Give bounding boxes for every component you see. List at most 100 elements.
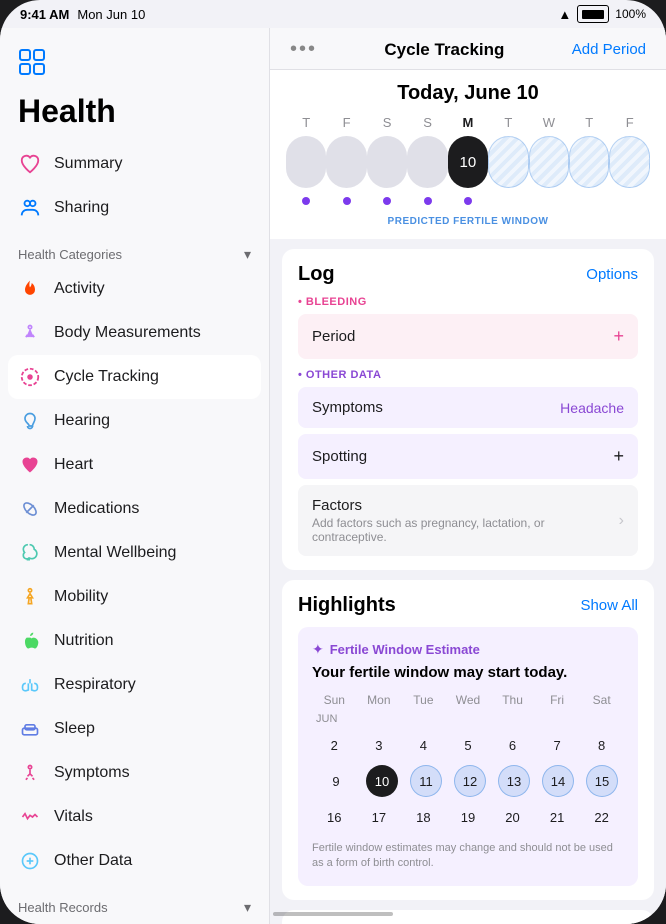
other-data-label: Other Data [54,852,132,870]
fertile-disclaimer: Fertile window estimates may change and … [312,841,624,872]
mini-cal-week-3: 16 17 18 19 20 21 22 [312,801,624,833]
day-circle-t3[interactable] [569,136,609,188]
day-circle-f2[interactable] [609,136,649,188]
sidebar-item-respiratory[interactable]: Respiratory [0,663,269,707]
categories-chevron-icon[interactable]: ▾ [244,246,251,263]
sidebar-item-nutrition[interactable]: Nutrition [0,619,269,663]
highlights-title: Highlights [298,594,396,617]
factors-row[interactable]: Factors Add factors such as pregnancy, l… [298,485,638,556]
other-data-log-label: • OTHER DATA [298,369,638,381]
day-circle-s2[interactable] [407,136,447,188]
symptoms-row[interactable]: Symptoms Headache [298,387,638,428]
date-header: Today, June 10 [270,70,666,111]
symptoms-icon [18,761,42,785]
cal-cell-3: 3 [361,729,397,761]
cal-cell-4: 4 [405,729,441,761]
period-row[interactable]: Period + [298,314,638,359]
sidebar-item-cycle-tracking[interactable]: Cycle Tracking [8,355,261,399]
sidebar-item-heart[interactable]: Heart [0,443,269,487]
sidebar-item-body-measurements[interactable]: Body Measurements [0,311,269,355]
day-circle-w[interactable] [529,136,569,188]
cal-label-sat: Sat [584,693,620,707]
day-circles-row: 10 [286,136,650,188]
sparkle-icon: ✦ [312,641,324,658]
cal-cell-19: 19 [450,801,486,833]
figure-icon [18,321,42,345]
dot-w [529,192,569,210]
other-data-icon [18,849,42,873]
spotting-add-icon[interactable]: + [613,446,624,467]
period-add-icon[interactable]: + [613,326,624,347]
sidebar-grid-icon [18,48,46,76]
wifi-icon: ▲ [558,7,571,22]
heart-label: Heart [54,456,93,474]
mobility-label: Mobility [54,588,108,606]
day-label-w: W [529,115,569,130]
people-icon [18,196,42,220]
sidebar-item-other-data[interactable]: Other Data [0,839,269,883]
day-circle-m-today[interactable]: 10 [448,136,488,188]
sleep-label: Sleep [54,720,95,738]
cal-label-wed: Wed [450,693,486,707]
health-records-chevron-icon[interactable]: ▾ [244,899,251,916]
sidebar-item-sleep[interactable]: Sleep [0,707,269,751]
day-circle-t2[interactable] [488,136,528,188]
dot-f [326,192,366,210]
mini-cal-header: Sun Mon Tue Wed Thu Fri Sat [312,693,624,707]
cal-cell-15: 15 [586,765,618,797]
cal-cell-18: 18 [405,801,441,833]
dot-m [448,192,488,210]
cycle-tracking-label: Cycle Tracking [54,368,159,386]
symptoms-value: Headache [560,400,624,416]
day-label-t2: T [488,115,528,130]
factors-sub-text: Add factors such as pregnancy, lactation… [312,516,619,544]
factors-chevron-icon: › [619,512,624,530]
cal-cell-8: 8 [584,729,620,761]
fertile-card-header: ✦ Fertile Window Estimate [312,641,624,658]
add-period-button[interactable]: Add Period [572,41,646,58]
dots-menu-icon[interactable]: ••• [290,38,317,61]
sleep-icon [18,717,42,741]
sidebar-item-medications[interactable]: Medications [0,487,269,531]
sidebar-item-vitals[interactable]: Vitals [0,795,269,839]
sidebar-item-hearing[interactable]: Hearing [0,399,269,443]
ear-icon [18,409,42,433]
day-circle-t1[interactable] [286,136,326,188]
sidebar-item-sharing[interactable]: Sharing [0,186,269,230]
nutrition-label: Nutrition [54,632,114,650]
cal-label-tue: Tue [405,693,441,707]
day-label-s2: S [407,115,447,130]
symptoms-row-label: Symptoms [312,399,383,416]
spotting-label: Spotting [312,448,367,465]
today-number: 10 [459,154,476,171]
device-frame: 9:41 AM Mon Jun 10 ▲ 100% Health [0,0,666,924]
period-dot-s2 [424,197,432,205]
day-circle-f[interactable] [326,136,366,188]
sidebar-item-mental-wellbeing[interactable]: Mental Wellbeing [0,531,269,575]
options-button[interactable]: Options [586,266,638,283]
dot-row [286,192,650,210]
mental-wellbeing-label: Mental Wellbeing [54,544,176,562]
apple-icon [18,629,42,653]
spotting-row[interactable]: Spotting + [298,434,638,479]
sidebar-item-mobility[interactable]: Mobility [0,575,269,619]
factors-text-group: Factors Add factors such as pregnancy, l… [312,497,619,544]
sidebar-item-activity[interactable]: Activity [0,267,269,311]
sidebar-item-add-account[interactable]: Add Account [0,920,269,924]
sidebar-item-summary[interactable]: Summary [0,142,269,186]
day-label-f: F [326,115,366,130]
dot-t3 [569,192,609,210]
sidebar-item-symptoms[interactable]: Symptoms [0,751,269,795]
activity-label: Activity [54,280,105,298]
mobility-icon [18,585,42,609]
medications-label: Medications [54,500,139,518]
day-circle-s1[interactable] [367,136,407,188]
cal-cell-7: 7 [539,729,575,761]
pill-icon [18,497,42,521]
show-all-button[interactable]: Show All [580,597,638,614]
sidebar-top-icon [0,40,269,93]
content-title: Cycle Tracking [384,40,504,60]
scroll-content: Log Options • BLEEDING Period + • OTHER … [270,239,666,924]
flame-icon [18,277,42,301]
brain-icon [18,541,42,565]
